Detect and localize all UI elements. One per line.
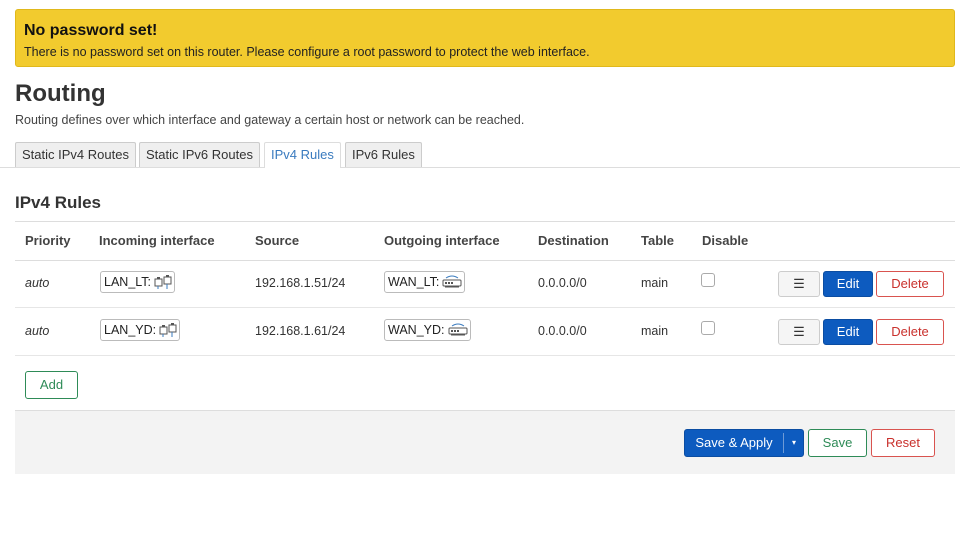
header-outgoing-interface: Outgoing interface [384,233,500,248]
interface-name: LAN_YD: [104,323,157,337]
outgoing-interface-badge: WAN_LT: [384,271,466,293]
incoming-interface-badge: LAN_LT: [100,271,176,293]
alert-text: There is no password set on this router.… [24,45,590,59]
network-ports-icon [159,323,177,337]
section-title: IPv4 Rules [15,193,101,212]
edit-button[interactable]: Edit [823,271,873,297]
destination-cell: 0.0.0.0/0 [538,276,587,290]
save-button[interactable]: Save [808,429,867,457]
action-footer: Save & Apply ▾ Save Reset [15,410,955,474]
source-cell: 192.168.1.61/24 [255,324,346,338]
table-row: auto LAN_YD: 192.168.1.61/24 WAN_YD: 0.0… [15,307,955,356]
table-header: Priority Incoming interface Source Outgo… [15,221,955,261]
add-button[interactable]: Add [25,371,78,399]
destination-cell: 0.0.0.0/0 [538,324,587,338]
header-table: Table [641,233,674,248]
disable-checkbox[interactable] [701,321,715,335]
header-incoming-interface: Incoming interface [99,233,215,248]
save-apply-button[interactable]: Save & Apply ▾ [684,429,804,457]
page-title: Routing [15,80,106,107]
disable-checkbox[interactable] [701,273,715,287]
table-row: auto LAN_LT: 192.168.1.51/24 WAN_LT: 0.0… [15,259,955,308]
tab-ipv6-rules[interactable]: IPv6 Rules [345,142,422,167]
priority-cell: auto [25,324,50,338]
source-cell: 192.168.1.51/24 [255,276,346,290]
table-cell: main [641,324,669,338]
reset-button[interactable]: Reset [871,429,935,457]
delete-button[interactable]: Delete [876,271,944,297]
wireless-device-icon [442,275,462,288]
outgoing-interface-badge: WAN_YD: [384,319,471,341]
interface-name: WAN_LT: [388,275,440,289]
save-apply-label[interactable]: Save & Apply [685,430,783,456]
interface-name: LAN_LT: [104,275,152,289]
caret-down-icon[interactable]: ▾ [784,430,804,456]
delete-button[interactable]: Delete [876,319,944,345]
row-menu-button[interactable]: ☰ [778,319,820,345]
tab-static-ipv4-routes[interactable]: Static IPv4 Routes [15,142,136,167]
header-source: Source [255,233,300,248]
row-menu-button[interactable]: ☰ [778,271,820,297]
tab-bar: Static IPv4 Routes Static IPv6 Routes IP… [0,142,960,168]
table-cell: main [641,276,669,290]
tab-static-ipv6-routes[interactable]: Static IPv6 Routes [139,142,260,167]
network-ports-icon [154,275,172,289]
page-description: Routing defines over which interface and… [15,113,525,127]
header-disable: Disable [702,233,749,248]
wireless-device-icon [448,323,467,336]
header-priority: Priority [25,233,71,248]
no-password-alert: No password set! There is no password se… [15,9,955,67]
alert-title: No password set! [24,22,158,39]
interface-name: WAN_YD: [388,323,445,337]
tab-ipv4-rules[interactable]: IPv4 Rules [264,142,341,168]
edit-button[interactable]: Edit [823,319,873,345]
incoming-interface-badge: LAN_YD: [100,319,181,341]
priority-cell: auto [25,276,50,290]
header-destination: Destination [538,233,609,248]
